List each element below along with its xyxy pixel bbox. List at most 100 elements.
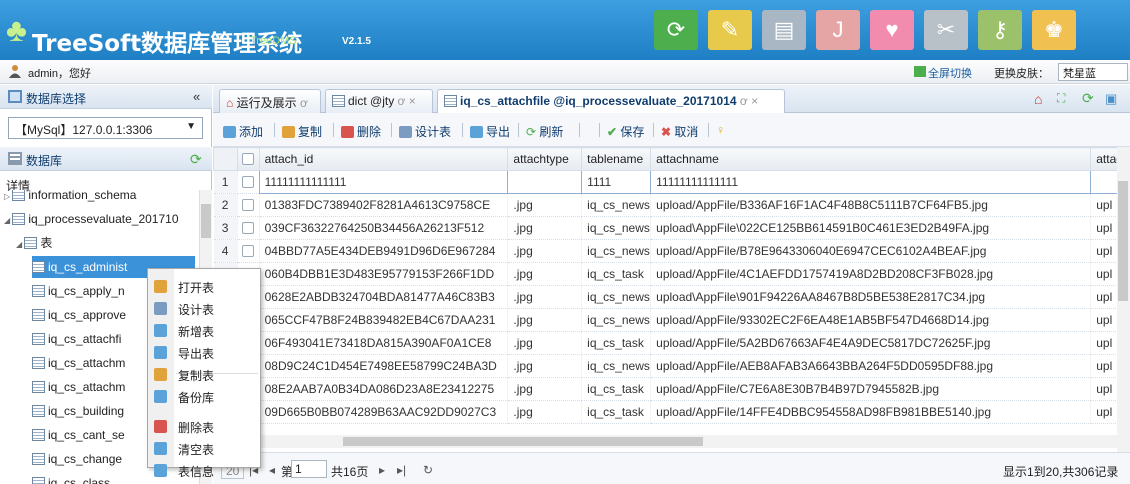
- add-button[interactable]: 添加: [223, 123, 263, 140]
- table-cell[interactable]: iq_cs_news: [581, 216, 652, 240]
- table-cell[interactable]: iq_cs_task: [581, 331, 652, 355]
- table-cell[interactable]: upload/AppFile/C7E6A8E30B7B4B97D7945582B…: [650, 377, 1092, 401]
- table-cell[interactable]: iq_cs_task: [581, 400, 652, 424]
- fullscreen-icon[interactable]: [914, 66, 926, 77]
- table-cell[interactable]: .jpg: [507, 400, 583, 424]
- fullscreen-icon[interactable]: ⛶: [1057, 91, 1065, 106]
- column-header[interactable]: tablename: [581, 147, 652, 171]
- context-menu-item[interactable]: 删除表: [148, 416, 260, 437]
- table-cell[interactable]: 11111111111111: [258, 170, 509, 194]
- fullscreen-toggle[interactable]: 全屏切换: [928, 65, 972, 81]
- save-button[interactable]: ✔ 保存: [607, 123, 644, 140]
- tree-table-folder[interactable]: ◢ 表: [16, 232, 195, 254]
- tree-database[interactable]: ◢ iq_processevaluate_201710: [4, 208, 195, 230]
- table-cell[interactable]: .jpg: [507, 262, 583, 286]
- help-icon[interactable]: ♀: [716, 123, 725, 137]
- table-cell[interactable]: 09D665B0BB074289B63AAC92DD9027C3: [259, 400, 509, 424]
- row-checkbox[interactable]: [237, 239, 260, 263]
- prev-page-icon[interactable]: ◂: [269, 463, 275, 477]
- table-cell[interactable]: upload\AppFile\022CE125BB614591B0C461E3E…: [650, 216, 1092, 240]
- table-cell[interactable]: 060B4DBB1E3D483E95779153F266F1DD: [259, 262, 509, 286]
- next-page-icon[interactable]: ▸: [379, 463, 385, 477]
- table-cell[interactable]: 1111: [581, 170, 652, 194]
- edit-icon[interactable]: ✎: [708, 10, 752, 50]
- column-header[interactable]: attachname: [650, 147, 1092, 171]
- table-cell[interactable]: upload/AppFile/AEB8AFAB3A6643BBA264F5DD0…: [650, 354, 1092, 378]
- table-cell[interactable]: 08E2AAB7A0B34DA086D23A8E23412275: [259, 377, 509, 401]
- table-cell[interactable]: iq_cs_news: [581, 239, 652, 263]
- table-row[interactable]: 5060B4DBB1E3D483E95779153F266F1DD.jpgiq_…: [213, 262, 1130, 286]
- refresh-icon[interactable]: ⟳: [190, 151, 202, 168]
- table-cell[interactable]: .jpg: [507, 377, 583, 401]
- table-cell[interactable]: upload/AppFile/B78E9643306040E6947CEC610…: [650, 239, 1092, 263]
- database-icon[interactable]: ▤: [762, 10, 806, 50]
- refresh-icon[interactable]: ⟳: [1082, 90, 1094, 107]
- design-table-button[interactable]: 设计表: [399, 123, 451, 140]
- delete-button[interactable]: 删除: [341, 123, 381, 140]
- column-header[interactable]: attach_id: [258, 147, 509, 171]
- table-row[interactable]: 4 04BBD77A5E434DEB9491D96D6E967284 .jpg iq_…: [213, 239, 1130, 263]
- table-cell[interactable]: 0628E2ABDB324704BDA81477A46C83B3: [259, 285, 509, 309]
- table-row[interactable]: 1109D665B0BB074289B63AAC92DD9027C3.jpgiq…: [213, 400, 1130, 424]
- table-cell[interactable]: 06F493041E73418DA815A390AF0A1CE8: [259, 331, 509, 355]
- context-menu-item[interactable]: 设计表: [148, 298, 260, 319]
- select-all-checkbox[interactable]: [236, 147, 260, 171]
- context-menu-item[interactable]: 复制表: [148, 364, 260, 385]
- table-cell[interactable]: .jpg: [507, 216, 583, 240]
- table-cell[interactable]: 08D9C24C1D454E7498EE58799C24BA3D: [259, 354, 509, 378]
- user-icon[interactable]: ♚: [1032, 10, 1076, 50]
- context-menu-item[interactable]: 新增表: [148, 320, 260, 341]
- window-icon[interactable]: ▣: [1105, 91, 1117, 107]
- table-cell[interactable]: .jpg: [507, 239, 583, 263]
- row-checkbox[interactable]: [237, 170, 260, 194]
- context-menu-item[interactable]: 清空表: [148, 438, 260, 459]
- table-row[interactable]: 3 039CF36322764250B34456A26213F512 .jpg iq_…: [213, 216, 1130, 240]
- doc-icon[interactable]: J: [816, 10, 860, 50]
- table-cell[interactable]: upload/AppFile/93302EC2F6EA48E1AB5BF547D…: [650, 308, 1092, 332]
- skin-select[interactable]: 梵星蓝: [1058, 63, 1128, 81]
- tools-icon[interactable]: ✂: [924, 10, 968, 50]
- table-cell[interactable]: [507, 170, 583, 194]
- table-row[interactable]: 2 01383FDC7389402F8281A4613C9758CE .jpg iq_…: [213, 193, 1130, 217]
- table-cell[interactable]: iq_cs_news: [581, 308, 652, 332]
- key-icon[interactable]: ⚷: [978, 10, 1022, 50]
- last-page-icon[interactable]: ▸|: [397, 463, 406, 477]
- page-input[interactable]: 1: [291, 460, 327, 478]
- context-menu-item[interactable]: 备份库: [148, 386, 260, 407]
- export-button[interactable]: 导出: [470, 123, 510, 140]
- context-menu-item[interactable]: 导出表: [148, 342, 260, 363]
- column-header[interactable]: attachtype: [507, 147, 583, 171]
- refresh-button[interactable]: ⟳ 刷新: [526, 123, 563, 140]
- collapse-icon[interactable]: «: [193, 89, 200, 104]
- table-cell[interactable]: iq_cs_news: [581, 354, 652, 378]
- table-cell[interactable]: iq_cs_task: [581, 262, 652, 286]
- table-row[interactable]: 806F493041E73418DA815A390AF0A1CE8.jpgiq_…: [213, 331, 1130, 355]
- table-cell[interactable]: iq_cs_news: [581, 193, 652, 217]
- table-cell[interactable]: 04BBD77A5E434DEB9491D96D6E967284: [259, 239, 509, 263]
- cancel-button[interactable]: ✖ 取消: [661, 123, 698, 140]
- context-menu-item[interactable]: 打开表: [148, 276, 260, 297]
- tab-run-display[interactable]: ⌂ 运行及展示 ơ: [219, 89, 321, 113]
- copy-button[interactable]: 复制: [282, 123, 322, 140]
- grid-vertical-scrollbar[interactable]: [1117, 147, 1130, 452]
- table-cell[interactable]: upload/AppFile/5A2BD67663AF4E4A9DEC5817D…: [650, 331, 1092, 355]
- table-cell[interactable]: .jpg: [507, 354, 583, 378]
- table-cell[interactable]: 065CCF47B8F24B839482EB4C67DAA231: [259, 308, 509, 332]
- table-cell[interactable]: upload/AppFile/4C1AEFDD1757419A8D2BD208C…: [650, 262, 1092, 286]
- refresh-icon[interactable]: ⟳: [654, 10, 698, 50]
- table-row[interactable]: 1008E2AAB7A0B34DA086D23A8E23412275.jpgiq…: [213, 377, 1130, 401]
- table-row[interactable]: 908D9C24C1D454E7498EE58799C24BA3D.jpgiq_…: [213, 354, 1130, 378]
- tab-attachfile[interactable]: iq_cs_attachfile @iq_processevaluate_201…: [437, 89, 785, 113]
- heart-icon[interactable]: ♥: [870, 10, 914, 50]
- reload-icon[interactable]: ↻: [423, 463, 433, 477]
- table-cell[interactable]: .jpg: [507, 331, 583, 355]
- table-cell[interactable]: .jpg: [507, 308, 583, 332]
- table-cell[interactable]: 11111111111111: [650, 170, 1092, 194]
- context-menu-item[interactable]: 表信息: [148, 460, 260, 481]
- table-cell[interactable]: upload\AppFile\901F94226AA8467B8D5BE538E…: [650, 285, 1092, 309]
- table-cell[interactable]: upload/AppFile/B336AF16F1AC4F48B8C5111B7…: [650, 193, 1092, 217]
- table-cell[interactable]: .jpg: [507, 193, 583, 217]
- table-cell[interactable]: iq_cs_task: [581, 377, 652, 401]
- table-row[interactable]: 1 11111111111111 1111 11111111111111: [213, 170, 1130, 194]
- tree-database[interactable]: ▷ information_schema: [4, 190, 195, 206]
